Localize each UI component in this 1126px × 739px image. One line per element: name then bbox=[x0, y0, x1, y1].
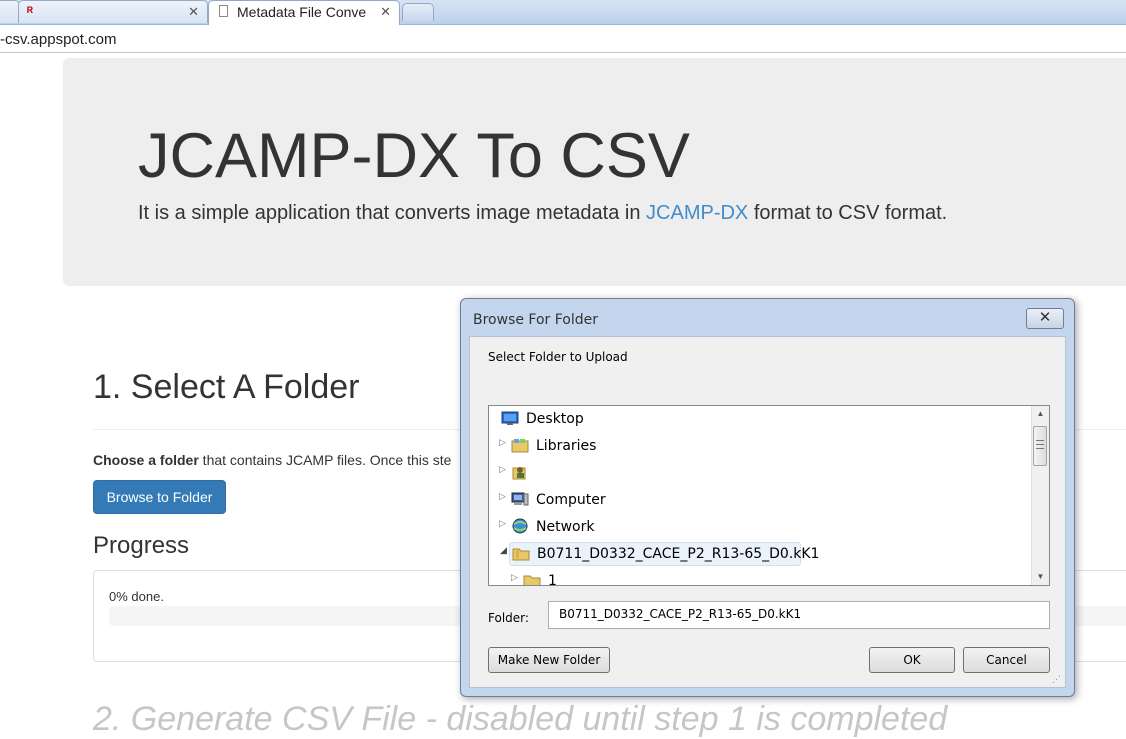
folder-input[interactable]: B0711_D0332_CACE_P2_R13-65_D0.kK1 bbox=[548, 601, 1050, 629]
scroll-thumb[interactable] bbox=[1033, 426, 1047, 466]
make-new-folder-button[interactable]: Make New Folder bbox=[488, 647, 610, 673]
computer-icon bbox=[511, 492, 529, 506]
tree-item-network[interactable]: ▷ Network bbox=[499, 516, 699, 538]
page-description: It is a simple application that converts… bbox=[138, 202, 947, 225]
tree-item-user[interactable]: ▷ bbox=[499, 462, 699, 484]
step1-heading: 1. Select A Folder bbox=[93, 368, 360, 406]
network-icon bbox=[512, 518, 528, 534]
tab-strip: ᴿ ✕ Metadata File Conve ✕ bbox=[0, 0, 1126, 25]
tree-item-label: Computer bbox=[536, 492, 606, 508]
folder-label: Folder: bbox=[488, 611, 529, 625]
collapse-arrow-icon[interactable]: ◢ bbox=[500, 546, 507, 556]
new-tab-button[interactable] bbox=[402, 3, 434, 21]
progress-heading: Progress bbox=[93, 532, 190, 559]
choose-folder-bold: Choose a folder bbox=[93, 452, 199, 468]
dialog-close-button[interactable]: ✕ bbox=[1026, 308, 1064, 329]
tree-item-label: Desktop bbox=[526, 411, 584, 427]
close-tab-icon[interactable]: ✕ bbox=[380, 4, 391, 20]
tree-item-label: B0711_D0332_CACE_P2_R13-65_D0.kK1 bbox=[537, 546, 820, 562]
choose-folder-rest: that contains JCAMP files. Once this ste bbox=[198, 452, 452, 468]
libraries-icon bbox=[511, 439, 529, 453]
folder-icon bbox=[523, 575, 541, 585]
tree-item-desktop[interactable]: Desktop bbox=[499, 408, 699, 430]
scroll-up-icon[interactable]: ▲ bbox=[1032, 406, 1049, 422]
favicon-icon: ᴿ bbox=[27, 4, 33, 19]
tree-scrollbar[interactable]: ▲ ▼ bbox=[1031, 406, 1049, 585]
dialog-instruction: Select Folder to Upload bbox=[488, 350, 628, 364]
desktop-icon bbox=[501, 411, 519, 425]
tree-item-label: Libraries bbox=[536, 438, 597, 454]
expand-arrow-icon[interactable]: ▷ bbox=[499, 438, 506, 448]
tab-previous[interactable] bbox=[0, 0, 20, 23]
address-bar[interactable]: -csv.appspot.com bbox=[0, 25, 1126, 53]
tree-item-label: Network bbox=[536, 519, 595, 535]
document-icon bbox=[219, 5, 228, 17]
tree-item-libraries[interactable]: ▷ Libraries bbox=[499, 435, 699, 457]
expand-arrow-icon[interactable]: ▷ bbox=[511, 573, 518, 583]
expand-arrow-icon[interactable]: ▷ bbox=[499, 465, 506, 475]
dialog-title: Browse For Folder bbox=[473, 312, 599, 328]
close-tab-icon[interactable]: ✕ bbox=[188, 4, 199, 20]
browse-to-folder-button[interactable]: Browse to Folder bbox=[93, 480, 226, 514]
progress-text: 0% done. bbox=[109, 589, 164, 604]
tab-active[interactable]: Metadata File Conve ✕ bbox=[208, 0, 400, 25]
ok-button[interactable]: OK bbox=[869, 647, 955, 673]
scroll-down-icon[interactable]: ▼ bbox=[1032, 569, 1049, 585]
folder-icon bbox=[512, 548, 530, 561]
step1-instructions: Choose a folder that contains JCAMP file… bbox=[93, 452, 451, 468]
tab-other[interactable]: ᴿ ✕ bbox=[18, 0, 208, 23]
url-text: -csv.appspot.com bbox=[0, 31, 117, 48]
dialog-body: Select Folder to Upload Desktop ▷ Librar… bbox=[469, 336, 1066, 688]
description-text: It is a simple application that converts… bbox=[138, 202, 647, 224]
resize-grip-icon[interactable]: ⋰ bbox=[1052, 674, 1062, 684]
description-text-end: format to CSV format. bbox=[748, 202, 948, 224]
tree-item-selected-folder[interactable]: ◢ B0711_D0332_CACE_P2_R13-65_D0.kK1 bbox=[500, 542, 819, 566]
hero-banner: JCAMP-DX To CSV It is a simple applicati… bbox=[63, 58, 1126, 286]
tree-item-label: 1 bbox=[548, 573, 557, 586]
page-title: JCAMP-DX To CSV bbox=[138, 121, 690, 191]
user-folder-icon bbox=[512, 467, 526, 480]
tree-item-child[interactable]: ▷ 1 bbox=[511, 570, 711, 586]
tab-title: Metadata File Conve bbox=[237, 4, 367, 20]
expand-arrow-icon[interactable]: ▷ bbox=[499, 492, 506, 502]
jcamp-dx-link[interactable]: JCAMP-DX bbox=[646, 202, 748, 224]
expand-arrow-icon[interactable]: ▷ bbox=[499, 519, 506, 529]
step2-heading: 2. Generate CSV File - disabled until st… bbox=[93, 700, 948, 738]
cancel-button[interactable]: Cancel bbox=[963, 647, 1050, 673]
folder-tree[interactable]: Desktop ▷ Libraries ▷ ▷ Computer ▷ Netwo… bbox=[488, 405, 1050, 586]
browse-for-folder-dialog: Browse For Folder ✕ Select Folder to Upl… bbox=[460, 298, 1075, 697]
tree-item-computer[interactable]: ▷ Computer bbox=[499, 489, 699, 511]
